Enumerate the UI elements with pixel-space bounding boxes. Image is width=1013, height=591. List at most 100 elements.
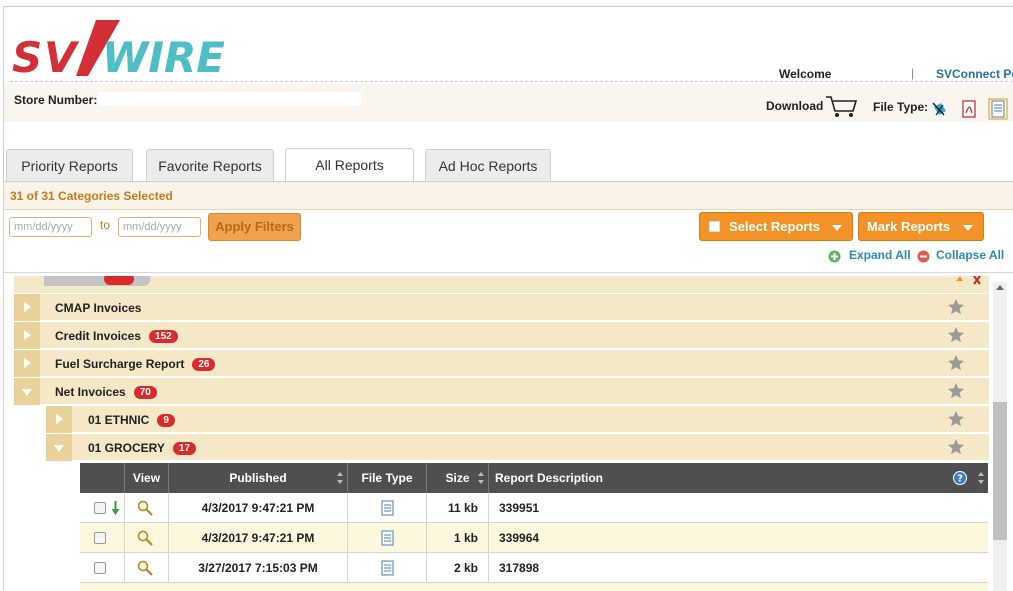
view-cell bbox=[125, 493, 169, 523]
favorite-star-icon[interactable] bbox=[954, 276, 984, 286]
count-badge: 70 bbox=[133, 386, 157, 399]
column-header-published[interactable]: Published bbox=[169, 463, 348, 493]
cart-icon[interactable] bbox=[824, 94, 858, 118]
chevron-right-icon bbox=[24, 302, 31, 312]
count-badge: 9 bbox=[157, 414, 175, 427]
document-icon[interactable] bbox=[381, 530, 394, 546]
favorite-star-icon[interactable] bbox=[947, 326, 965, 344]
to-date-input[interactable]: mm/dd/yyyy bbox=[118, 217, 201, 237]
column-header-file-type[interactable]: File Type bbox=[348, 463, 427, 493]
expand-toggle[interactable] bbox=[14, 350, 40, 377]
row-checkbox[interactable] bbox=[94, 532, 106, 544]
scrollbar[interactable] bbox=[993, 282, 1007, 591]
categories-selected-text[interactable]: 31 of 31 Categories Selected bbox=[10, 189, 173, 203]
expand-toggle[interactable] bbox=[46, 406, 72, 433]
document-icon[interactable] bbox=[381, 500, 394, 516]
from-date-input[interactable]: mm/dd/yyyy bbox=[9, 217, 92, 237]
tree-row-credit-invoices[interactable]: Credit Invoices 152 bbox=[14, 322, 989, 349]
published-cell: 4/3/2017 9:47:21 PM bbox=[169, 523, 348, 553]
tree-row-01-ethnic[interactable]: 01 ETHNIC 9 bbox=[46, 406, 989, 433]
reports-table-header: View Published File Type Size Report Des… bbox=[80, 463, 988, 493]
svg-text:S: S bbox=[12, 33, 42, 76]
table-row[interactable]: 4/3/2017 9:47:21 PM 1 kb 339964 bbox=[80, 523, 988, 553]
size-cell: 1 kb bbox=[427, 523, 489, 553]
tree-label-text: 01 ETHNIC bbox=[88, 413, 150, 427]
plus-circle-icon[interactable] bbox=[828, 250, 841, 263]
select-all-checkbox[interactable] bbox=[709, 221, 720, 232]
help-icon[interactable]: ? bbox=[953, 471, 967, 485]
size-cell: 11 kb bbox=[427, 493, 489, 523]
tree-label-text: Credit Invoices bbox=[55, 329, 142, 343]
magnifier-icon[interactable] bbox=[137, 560, 153, 576]
view-cell bbox=[125, 553, 169, 583]
favorite-star-icon[interactable] bbox=[947, 438, 965, 456]
document-icon[interactable] bbox=[381, 560, 394, 576]
column-header-size-label: Size bbox=[445, 471, 470, 485]
table-row[interactable]: 4/3/2017 9:47:21 PM 11 kb 339951 bbox=[80, 493, 988, 523]
tab-priority-reports[interactable]: Priority Reports bbox=[6, 149, 133, 182]
sort-icon[interactable] bbox=[477, 471, 485, 485]
published-cell: 4/3/2017 9:47:21 PM bbox=[169, 493, 348, 523]
table-row-partial bbox=[80, 583, 988, 591]
row-checkbox[interactable] bbox=[94, 562, 106, 574]
select-reports-button[interactable]: Select Reports bbox=[699, 212, 853, 241]
column-header-published-label: Published bbox=[229, 471, 287, 485]
select-reports-label: Select Reports bbox=[729, 219, 821, 234]
file-type-label: File Type: bbox=[873, 100, 929, 114]
chevron-right-icon bbox=[56, 414, 63, 424]
tree-row-partial-header bbox=[44, 276, 150, 286]
svwire-logo[interactable]: S V WIRE bbox=[10, 14, 225, 76]
sort-icon[interactable] bbox=[977, 471, 985, 485]
row-checkbox[interactable] bbox=[94, 502, 106, 514]
minus-circle-icon[interactable] bbox=[917, 250, 930, 263]
to-label: to bbox=[100, 218, 111, 232]
favorite-star-icon[interactable] bbox=[947, 382, 965, 400]
favorite-star-icon[interactable] bbox=[947, 410, 965, 428]
column-header-size[interactable]: Size bbox=[427, 463, 489, 493]
published-cell: 3/27/2017 7:15:03 PM bbox=[169, 553, 348, 583]
column-header-view[interactable]: View bbox=[125, 463, 169, 493]
collapse-toggle[interactable] bbox=[14, 378, 40, 405]
sort-icon[interactable] bbox=[336, 471, 344, 485]
scrollbar-thumb[interactable] bbox=[993, 402, 1007, 540]
expand-toggle[interactable] bbox=[14, 322, 40, 349]
collapse-all-link[interactable]: Collapse All bbox=[936, 248, 1004, 262]
tree-row-partial bbox=[14, 276, 989, 293]
chevron-right-icon bbox=[24, 330, 31, 340]
tree-row-fuel-surcharge[interactable]: Fuel Surcharge Report 26 bbox=[14, 350, 989, 377]
magnifier-icon[interactable] bbox=[137, 530, 153, 546]
text-filetype-icon[interactable] bbox=[988, 98, 1008, 120]
svconnect-link[interactable]: SVConnect Po bbox=[936, 67, 1013, 81]
welcome-text: Welcome bbox=[779, 67, 832, 81]
table-row[interactable]: 3/27/2017 7:15:03 PM 2 kb 317898 bbox=[80, 553, 988, 583]
count-badge: 26 bbox=[192, 358, 216, 371]
tree-label-text: Net Invoices bbox=[55, 385, 126, 399]
chevron-right-icon bbox=[24, 358, 31, 368]
header-divider bbox=[10, 81, 1013, 82]
tree-row-cmap-invoices[interactable]: CMAP Invoices bbox=[14, 294, 989, 321]
chevron-down-icon bbox=[963, 225, 973, 231]
scroll-up-arrow-icon[interactable] bbox=[996, 285, 1004, 290]
tab-all-reports[interactable]: All Reports bbox=[285, 148, 414, 183]
tab-favorite-reports[interactable]: Favorite Reports bbox=[146, 149, 274, 182]
collapse-toggle[interactable] bbox=[46, 434, 72, 461]
mark-reports-button[interactable]: Mark Reports bbox=[858, 212, 984, 241]
page: S V WIRE Welcome | SVConnect Po Store Nu… bbox=[0, 0, 1013, 591]
column-header-description[interactable]: Report Description ? bbox=[489, 463, 988, 493]
store-number-field bbox=[98, 92, 361, 106]
pdf-filetype-icon[interactable] bbox=[960, 99, 978, 119]
tree-row-01-grocery[interactable]: 01 GROCERY 17 bbox=[46, 434, 989, 461]
tree-label: 01 GROCERY 17 bbox=[88, 441, 197, 455]
excel-filetype-icon[interactable] bbox=[931, 99, 949, 119]
magnifier-icon[interactable] bbox=[137, 500, 153, 516]
tree-label: CMAP Invoices bbox=[55, 301, 141, 315]
mark-reports-label: Mark Reports bbox=[867, 219, 951, 234]
favorite-star-icon[interactable] bbox=[947, 298, 965, 316]
expand-all-link[interactable]: Expand All bbox=[849, 248, 911, 262]
apply-filters-button[interactable]: Apply Filters bbox=[208, 213, 301, 241]
expand-toggle[interactable] bbox=[14, 294, 40, 321]
tree-row-net-invoices[interactable]: Net Invoices 70 bbox=[14, 378, 989, 405]
favorite-star-icon[interactable] bbox=[947, 354, 965, 372]
svg-text:V: V bbox=[44, 33, 80, 76]
tab-ad-hoc-reports[interactable]: Ad Hoc Reports bbox=[425, 149, 551, 182]
